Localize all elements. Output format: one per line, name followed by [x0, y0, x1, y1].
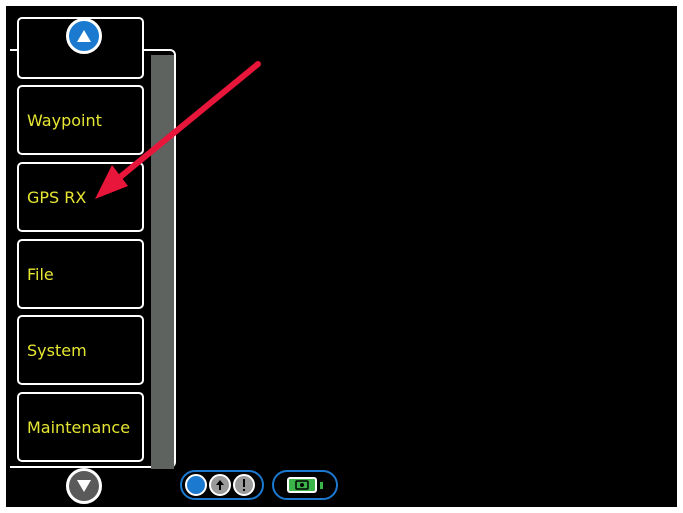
annotation-arrow — [95, 61, 261, 199]
